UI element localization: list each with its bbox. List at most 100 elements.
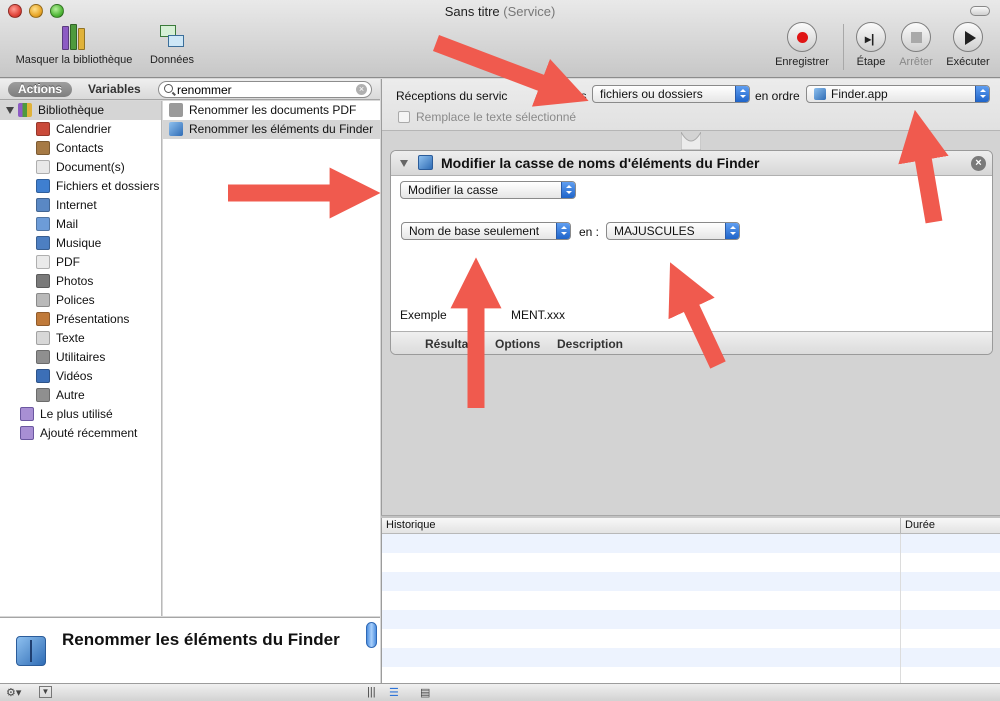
play-icon <box>953 22 983 52</box>
category-item[interactable]: Fichiers et dossiers <box>0 177 161 196</box>
category-item[interactable]: Autre <box>0 386 161 405</box>
smart-group-item[interactable]: Le plus utilisé <box>0 405 161 424</box>
example-suffix: MENT.xxx <box>511 308 565 322</box>
log-row <box>382 648 1000 667</box>
data-button[interactable]: Données <box>146 22 198 66</box>
category-item[interactable]: Photos <box>0 272 161 291</box>
step-label: Étape <box>856 56 886 68</box>
category-list: Bibliothèque Calendrier Contacts Document(… <box>0 101 162 616</box>
library-search-input[interactable] <box>177 83 347 96</box>
document-icon <box>36 159 50 174</box>
step-icon: ▸| <box>856 22 886 52</box>
category-item[interactable]: Internet <box>0 196 161 215</box>
action-item-rename-pdf[interactable]: Renommer les documents PDF <box>163 101 380 120</box>
record-label: Enregistrer <box>775 56 829 68</box>
other-icon <box>36 387 50 402</box>
input-type-value: fichiers ou dossiers <box>600 87 703 101</box>
clear-search-icon[interactable]: × <box>356 84 367 95</box>
workflow-area: Réceptions du servic ces fichiers ou dos… <box>381 79 1000 515</box>
description-panel: Renommer les éléments du Finder <box>0 617 380 683</box>
category-item[interactable]: Texte <box>0 329 161 348</box>
case-value: MAJUSCULES <box>614 224 695 238</box>
tab-description[interactable]: Description <box>557 337 623 351</box>
action-item-rename-finder[interactable]: Renommer les éléments du Finder <box>163 120 380 139</box>
popup-arrows-icon <box>561 182 575 198</box>
action-card-change-case: Modifier la casse de noms d'éléments du … <box>390 150 993 355</box>
en-label: en : <box>579 225 600 239</box>
category-item[interactable]: Vidéos <box>0 367 161 386</box>
tab-results[interactable]: Résulta <box>425 337 468 351</box>
show-description-icon[interactable]: ▼ <box>39 686 52 698</box>
category-item[interactable]: Document(s) <box>0 158 161 177</box>
category-label: Vidéos <box>56 369 93 383</box>
photos-icon <box>36 273 50 288</box>
category-item[interactable]: Contacts <box>0 139 161 158</box>
duration-column-header[interactable]: Durée <box>905 519 935 531</box>
category-item[interactable]: Présentations <box>0 310 161 329</box>
disclosure-triangle-icon[interactable] <box>6 107 14 115</box>
log-view-icon[interactable]: ▤ <box>420 686 430 699</box>
category-item[interactable]: PDF <box>0 253 161 272</box>
stop-button[interactable]: Arrêter <box>893 22 939 68</box>
smart-group-label: Ajouté récemment <box>40 426 138 440</box>
smart-group-item[interactable]: Ajouté récemment <box>0 424 161 443</box>
hide-library-button[interactable]: Masquer la bibliothèque <box>9 22 139 66</box>
automator-icon <box>169 102 183 117</box>
action-title: Modifier la casse de noms d'éléments du … <box>441 155 760 171</box>
replace-text-checkbox[interactable] <box>398 111 410 123</box>
history-column-header[interactable]: Historique <box>386 519 436 531</box>
toolbar-toggle-button[interactable] <box>970 6 990 16</box>
remove-action-button[interactable]: × <box>971 156 986 171</box>
calendar-icon <box>36 121 50 136</box>
category-item[interactable]: Mail <box>0 215 161 234</box>
record-button[interactable]: Enregistrer <box>771 22 833 68</box>
action-card-header: Modifier la casse de noms d'éléments du … <box>391 151 992 176</box>
category-item[interactable]: Musique <box>0 234 161 253</box>
text-icon <box>36 330 50 345</box>
category-item[interactable]: Calendrier <box>0 120 161 139</box>
resize-handle-icon[interactable]: ||| <box>367 686 376 698</box>
popup-arrows-icon <box>556 223 570 239</box>
category-label: Utilitaires <box>56 350 106 364</box>
category-item[interactable]: Utilitaires <box>0 348 161 367</box>
library-search-field[interactable]: × <box>158 81 372 98</box>
collapse-triangle-icon[interactable] <box>400 160 408 167</box>
log-row <box>382 610 1000 629</box>
library-root-label: Bibliothèque <box>38 103 105 117</box>
log-header: Historique Durée <box>382 518 1000 534</box>
application-popup[interactable]: Finder.app <box>806 85 990 103</box>
category-label: Fichiers et dossiers <box>56 179 160 193</box>
category-label: Internet <box>56 198 97 212</box>
list-view-icon[interactable]: ☰ <box>389 686 399 699</box>
run-button[interactable]: Exécuter <box>941 22 995 68</box>
description-scrollbar[interactable] <box>366 622 377 648</box>
tab-options[interactable]: Options <box>495 337 540 351</box>
globe-icon <box>36 197 50 212</box>
log-row <box>382 572 1000 591</box>
category-label: Musique <box>56 236 102 250</box>
library-root-item[interactable]: Bibliothèque <box>0 101 161 120</box>
category-label: Contacts <box>56 141 104 155</box>
name-scope-value: Nom de base seulement <box>409 224 540 238</box>
mail-icon <box>36 216 50 231</box>
tab-variables[interactable]: Variables <box>78 82 151 97</box>
window-title-subtitle: (Service) <box>503 4 556 19</box>
category-item[interactable]: Polices <box>0 291 161 310</box>
action-item-label: Renommer les documents PDF <box>189 103 357 117</box>
gear-icon[interactable]: ⚙▾ <box>6 686 21 699</box>
change-mode-popup[interactable]: Modifier la casse <box>400 181 576 199</box>
finder-icon <box>16 636 46 666</box>
input-type-popup[interactable]: fichiers ou dossiers <box>592 85 750 103</box>
step-button[interactable]: ▸| Étape <box>851 22 891 68</box>
stop-icon <box>901 22 931 52</box>
name-scope-popup[interactable]: Nom de base seulement <box>401 222 571 240</box>
library-tabs-bar: Actions Variables × <box>0 79 380 100</box>
tab-actions[interactable]: Actions <box>8 82 73 97</box>
case-popup[interactable]: MAJUSCULES <box>606 222 740 240</box>
search-icon <box>164 84 173 93</box>
finder-icon <box>814 87 826 100</box>
finder-icon <box>418 155 433 170</box>
receives-suffix-label: ces <box>568 89 587 103</box>
category-label: PDF <box>56 255 80 269</box>
bottom-bar: ⚙▾ ▼ ||| ☰ ▤ <box>0 683 1000 701</box>
